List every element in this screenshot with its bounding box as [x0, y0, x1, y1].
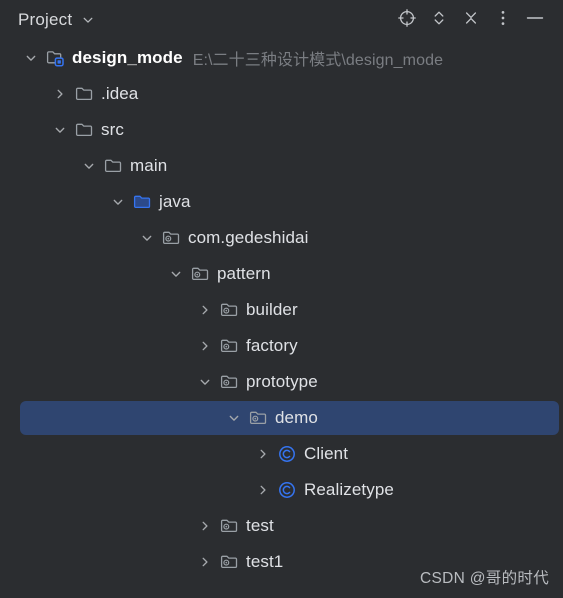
- chevron-right-icon[interactable]: [194, 328, 216, 364]
- tree-node-label: com.gedeshidai: [188, 228, 309, 247]
- source-root-folder-icon: [129, 184, 155, 220]
- chevron-down-icon[interactable]: [165, 256, 187, 292]
- tree-node-pattern[interactable]: pattern: [0, 256, 563, 292]
- folder-icon: [71, 76, 97, 112]
- chevron-down-icon[interactable]: [49, 112, 71, 148]
- package-folder-icon: [216, 328, 242, 364]
- expand-collapse-button[interactable]: [425, 6, 453, 34]
- java-class-icon: [274, 436, 300, 472]
- package-folder-icon: [216, 508, 242, 544]
- tree-node-path: E:\二十三种设计模式\design_mode: [192, 52, 444, 69]
- collapse-all-icon: [461, 8, 481, 33]
- options-button[interactable]: [489, 6, 517, 34]
- chevron-right-icon[interactable]: [194, 508, 216, 544]
- crosshair-target-icon: [397, 8, 417, 33]
- tree-node-realizetype[interactable]: Realizetype: [0, 472, 563, 508]
- hide-button[interactable]: [521, 6, 549, 34]
- chevron-up-down-icon: [429, 8, 449, 33]
- collapse-all-button[interactable]: [457, 6, 485, 34]
- chevron-right-icon[interactable]: [194, 544, 216, 580]
- tree-node-label: factory: [246, 336, 298, 355]
- package-folder-icon: [216, 364, 242, 400]
- tree-node-label: design_mode: [72, 48, 183, 67]
- chevron-down-icon[interactable]: [194, 364, 216, 400]
- tool-window-header: Project: [0, 0, 563, 40]
- chevron-down-icon[interactable]: [136, 220, 158, 256]
- tree-node-label: demo: [275, 408, 318, 427]
- tree-node-com-gedeshidai[interactable]: com.gedeshidai: [0, 220, 563, 256]
- tree-node-java[interactable]: java: [0, 184, 563, 220]
- chevron-down-icon[interactable]: [107, 184, 129, 220]
- project-tree[interactable]: design_mode E:\二十三种设计模式\design_mode .idea s…: [0, 40, 563, 598]
- tree-node-src[interactable]: src: [0, 112, 563, 148]
- tree-node-label: pattern: [217, 264, 271, 283]
- chevron-down-icon[interactable]: [78, 148, 100, 184]
- folder-icon: [71, 112, 97, 148]
- tree-node-demo[interactable]: demo: [0, 400, 563, 436]
- tree-node-label: Client: [304, 444, 349, 463]
- tree-node-factory[interactable]: factory: [0, 328, 563, 364]
- tree-node-label: src: [101, 120, 124, 139]
- tree-node-label: test1: [246, 552, 284, 571]
- tree-node-client[interactable]: Client: [0, 436, 563, 472]
- chevron-down-icon[interactable]: [81, 13, 95, 27]
- tree-node-prototype[interactable]: prototype: [0, 364, 563, 400]
- project-tool-window: Project design_mode E:\二十三种设计模式\design_m…: [0, 0, 563, 598]
- package-folder-icon: [187, 256, 213, 292]
- tree-node-label: java: [159, 192, 191, 211]
- minimize-dash-icon: [524, 8, 546, 33]
- tree-node-label: Realizetype: [304, 480, 394, 499]
- chevron-right-icon[interactable]: [194, 292, 216, 328]
- tree-node-label: .idea: [101, 84, 139, 103]
- chevron-down-icon[interactable]: [223, 400, 245, 436]
- tree-node-label: main: [130, 156, 168, 175]
- tree-node-builder[interactable]: builder: [0, 292, 563, 328]
- folder-icon: [100, 148, 126, 184]
- tree-node-main[interactable]: main: [0, 148, 563, 184]
- java-class-icon: [274, 472, 300, 508]
- package-folder-icon: [216, 544, 242, 580]
- tree-node-label: test: [246, 516, 274, 535]
- chevron-down-icon[interactable]: [20, 40, 42, 76]
- tree-node-design-mode[interactable]: design_mode E:\二十三种设计模式\design_mode: [0, 40, 563, 76]
- chevron-right-icon[interactable]: [49, 76, 71, 112]
- chevron-right-icon[interactable]: [252, 472, 274, 508]
- tree-node-test[interactable]: test: [0, 508, 563, 544]
- package-folder-icon: [216, 292, 242, 328]
- package-folder-icon: [245, 400, 271, 436]
- more-vertical-dots-icon: [493, 8, 513, 33]
- project-folder-icon: [42, 40, 68, 76]
- package-folder-icon: [158, 220, 184, 256]
- tree-node-test1[interactable]: test1: [0, 544, 563, 580]
- tree-node--idea[interactable]: .idea: [0, 76, 563, 112]
- select-opened-file-button[interactable]: [393, 6, 421, 34]
- tree-node-label: builder: [246, 300, 298, 319]
- chevron-right-icon[interactable]: [252, 436, 274, 472]
- tree-node-label: prototype: [246, 372, 318, 391]
- page-title: Project: [18, 10, 73, 29]
